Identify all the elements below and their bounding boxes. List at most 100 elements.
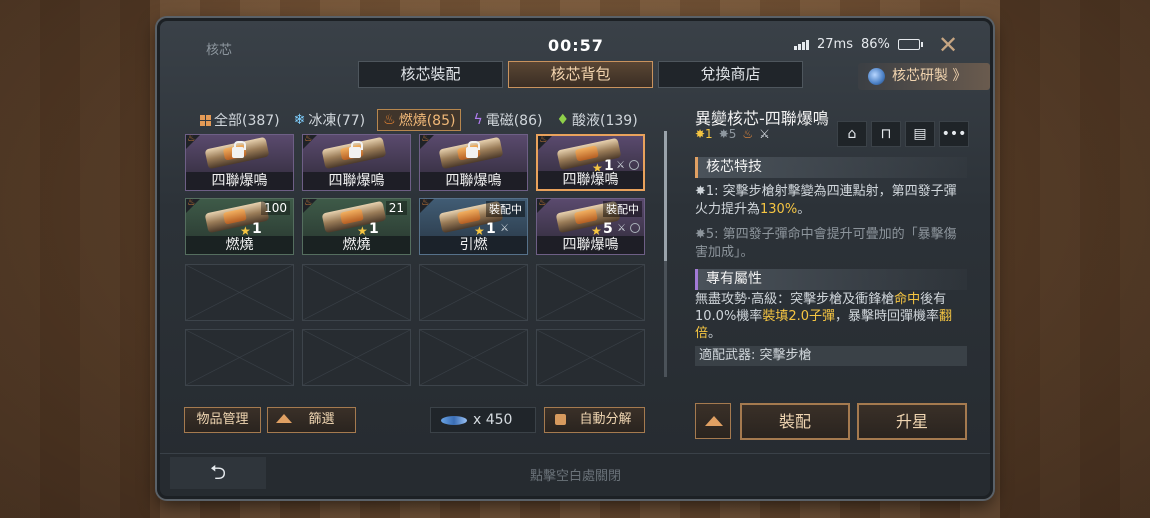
filter-button-label: 篩選 — [308, 412, 335, 427]
empty-slot — [302, 264, 411, 321]
star-5-tag: ✸5 — [718, 127, 737, 141]
signal-icon — [794, 39, 809, 50]
tab-core-equip[interactable]: 核芯裝配 — [358, 61, 503, 88]
inventory-actions: 物品管理 篩選 — [184, 407, 356, 433]
filter-bar: 全部(387) ❄ 冰凍(77) ♨ 燃燒(85) ϟ 電磁(86) ♦ 酸液(… — [198, 109, 640, 131]
badge-icon — [630, 223, 640, 233]
star-level: 5 — [603, 221, 613, 237]
orb-icon — [868, 68, 885, 85]
filter-freeze[interactable]: ❄ 冰凍(77) — [292, 109, 367, 131]
filter-acid[interactable]: ♦ 酸液(139) — [554, 109, 639, 131]
more-icon[interactable]: ••• — [939, 121, 969, 147]
status-area: 27ms 86% — [794, 37, 923, 52]
scrollbar-thumb[interactable] — [664, 131, 667, 261]
filter-electro-label: 電磁(86) — [485, 113, 543, 129]
currency-display: x 450 — [430, 407, 536, 433]
item-manage-button[interactable]: 物品管理 — [184, 407, 261, 433]
fire-icon: ♨ — [742, 127, 754, 141]
inventory-grid: ♨ 四聯爆鳴 ♨ 四聯爆鳴 ♨ 四聯爆鳴 ♨ ★ 1 ⚔ 四聯爆鳴 ♨ 100 — [185, 134, 649, 396]
tab-bar: 核芯裝配 核芯背包 兌換商店 — [358, 61, 803, 88]
tab-exchange-shop[interactable]: 兌換商店 — [658, 61, 803, 88]
fire-icon: ♨ — [421, 134, 430, 144]
badge-icon — [629, 160, 639, 170]
chevron-up-icon — [705, 416, 723, 426]
skill1-value: 130% — [760, 202, 798, 217]
skill-star-1: ✸1: 突擊步槍射擊變為四連點射，第四發子彈火力提升為130%。 — [695, 183, 967, 219]
inventory-slot[interactable]: ♨ 四聯爆鳴 — [185, 134, 294, 191]
inventory-slot[interactable]: ♨ 四聯爆鳴 — [419, 134, 528, 191]
back-arrow-icon[interactable]: ⮌ — [170, 457, 266, 489]
empty-slot — [536, 329, 645, 386]
slot-name: 燃燒 — [186, 236, 293, 254]
equipped-badge: 裝配中 — [486, 201, 525, 217]
tag-icon[interactable]: ⌂ — [837, 121, 867, 147]
battery-text: 86% — [860, 37, 890, 52]
filter-electro[interactable]: ϟ 電磁(86) — [471, 109, 544, 131]
core-research-button[interactable]: 核芯研製 》 — [858, 63, 990, 90]
fire-icon: ♨ — [383, 112, 396, 128]
attr-highlight: 命中 — [894, 292, 921, 307]
empty-slot — [185, 329, 294, 386]
star-level: 1 — [486, 221, 496, 237]
fire-icon: ♨ — [539, 135, 548, 145]
empty-slot — [419, 329, 528, 386]
core-backpack-panel: 核芯 00:57 27ms 86% ✕ 核芯裝配 核芯背包 兌換商店 核芯研製 … — [157, 18, 993, 499]
lock-icon — [466, 141, 480, 158]
slot-name: 四聯爆鳴 — [420, 172, 527, 190]
knife-icon: ⚔ — [500, 223, 509, 234]
slot-name: 引燃 — [420, 236, 527, 254]
star-up-button[interactable]: 升星 — [857, 403, 967, 440]
close-icon[interactable]: ✕ — [934, 31, 962, 59]
slot-name: 四聯爆鳴 — [538, 171, 643, 189]
stack-count: 21 — [385, 201, 407, 215]
star-1-tag: ✸1 — [695, 127, 713, 141]
knife-icon: ⚔ — [759, 127, 770, 141]
slot-name: 四聯爆鳴 — [186, 172, 293, 190]
skill1-suffix: 。 — [797, 202, 811, 217]
filter-all[interactable]: 全部(387) — [198, 109, 282, 131]
filter-all-label: 全部(387) — [214, 113, 280, 129]
grid-icon — [200, 114, 211, 126]
lock-icon — [349, 141, 363, 158]
snowflake-icon: ❄ — [293, 112, 306, 128]
attribute-text: 無盡攻勢·高級：突擊步槍及衝鋒槍命中後有10.0%機率裝填2.0子彈，暴擊時回彈… — [695, 291, 971, 342]
equipped-badge: 裝配中 — [603, 201, 642, 217]
slot-name: 四聯爆鳴 — [537, 236, 644, 254]
empty-slot — [302, 329, 411, 386]
currency-amount: x 450 — [473, 412, 513, 428]
box-icon — [555, 414, 566, 425]
attr-part: ，暴擊時回彈機率 — [835, 309, 940, 324]
filter-freeze-label: 冰凍(77) — [308, 113, 366, 129]
skill1-text: ✸1: 突擊步槍射擊變為四連點射，第四發子彈火力提升為 — [695, 184, 957, 217]
tab-core-backpack[interactable]: 核芯背包 — [508, 61, 653, 88]
fire-icon: ♨ — [304, 198, 313, 208]
star-level: 1 — [252, 221, 262, 237]
unlock-icon[interactable]: ⊓ — [871, 121, 901, 147]
empty-slot — [536, 264, 645, 321]
filter-burn[interactable]: ♨ 燃燒(85) — [377, 109, 462, 131]
auto-decompose-button[interactable]: 自動分解 — [544, 407, 645, 433]
expand-button[interactable] — [695, 403, 731, 439]
filter-acid-label: 酸液(139) — [572, 113, 638, 129]
fire-icon: ♨ — [304, 134, 313, 144]
inventory-scrollbar[interactable] — [664, 131, 667, 377]
filter-button[interactable]: 篩選 — [267, 407, 356, 433]
lock-icon — [232, 141, 246, 158]
inventory-slot[interactable]: ♨ 四聯爆鳴 — [302, 134, 411, 191]
ping-text: 27ms — [817, 37, 853, 52]
inventory-slot[interactable]: ♨ 100 ★ 1 燃燒 — [185, 198, 294, 255]
skill-star-5: ✸5: 第四發子彈命中會提升可疊加的「暴擊傷害加成」。 — [695, 227, 957, 260]
document-search-icon[interactable]: ▤ — [905, 121, 935, 147]
inventory-slot-selected[interactable]: ♨ ★ 1 ⚔ 四聯爆鳴 — [536, 134, 645, 191]
attr-part: 。 — [708, 326, 722, 341]
knife-icon: ⚔ — [616, 160, 625, 171]
window-title: 核芯 — [206, 43, 233, 58]
inventory-slot[interactable]: ♨ 裝配中 ★ 1 ⚔ 引燃 — [419, 198, 528, 255]
decompose-label: 自動分解 — [579, 412, 632, 427]
equip-button[interactable]: 裝配 — [740, 403, 850, 440]
top-bar: 核芯 00:57 27ms 86% ✕ — [160, 21, 990, 61]
inventory-slot[interactable]: ♨ 21 ★ 1 燃燒 — [302, 198, 411, 255]
close-hint[interactable]: 點擊空白處關閉 — [530, 465, 621, 484]
inventory-slot[interactable]: ♨ 裝配中 ★ 5 ⚔ 四聯爆鳴 — [536, 198, 645, 255]
core-detail-tags: ✸1 ✸5 ♨ ⚔ — [695, 127, 770, 141]
